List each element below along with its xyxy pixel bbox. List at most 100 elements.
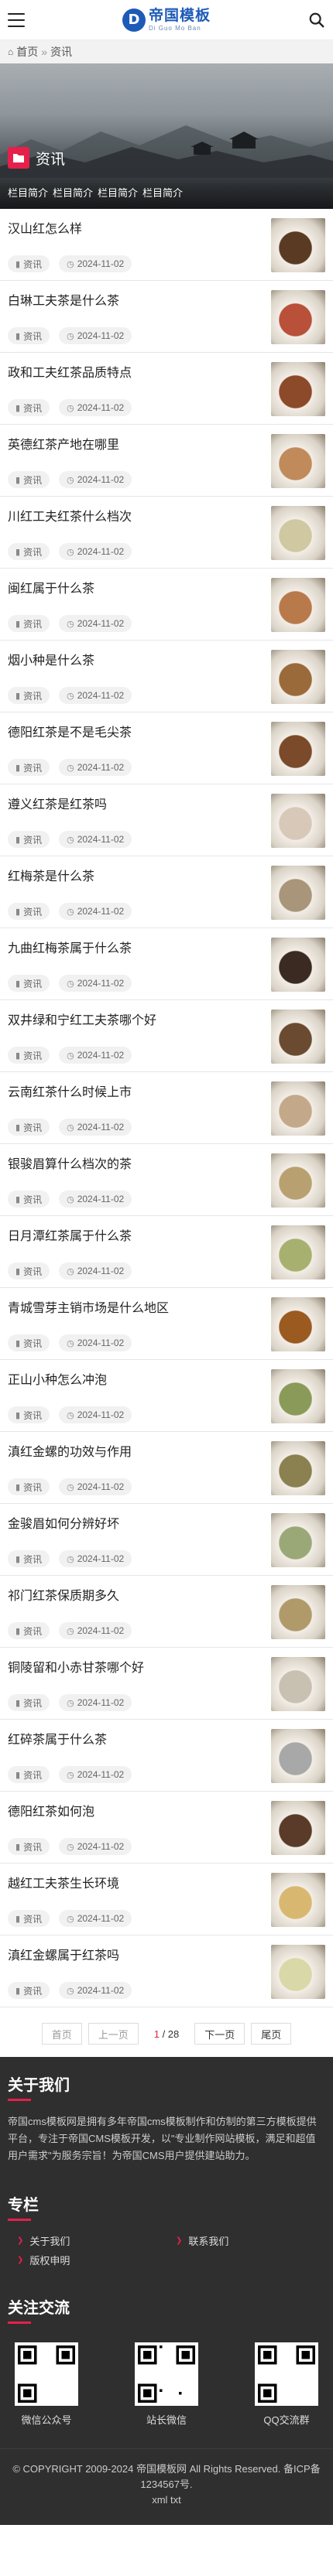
first-page-button[interactable]: 首页 bbox=[41, 2023, 82, 2045]
article-item[interactable]: 川红工夫红茶什么档次 ▮ 资讯 ◷ 2024-11-02 bbox=[0, 497, 333, 569]
search-icon[interactable] bbox=[308, 12, 325, 29]
article-item[interactable]: 金骏眉如何分辨好坏 ▮ 资讯 ◷ 2024-11-02 bbox=[0, 1504, 333, 1576]
article-thumbnail[interactable] bbox=[271, 218, 325, 272]
article-item[interactable]: 铜陵留和小赤甘茶哪个好 ▮ 资讯 ◷ 2024-11-02 bbox=[0, 1648, 333, 1720]
article-thumbnail[interactable] bbox=[271, 290, 325, 344]
article-thumbnail[interactable] bbox=[271, 1153, 325, 1208]
article-title[interactable]: 越红工夫茶生长环境 bbox=[8, 1876, 265, 1893]
article-title[interactable]: 德阳红茶是不是毛尖茶 bbox=[8, 725, 265, 742]
article-title[interactable]: 汉山红怎么样 bbox=[8, 221, 265, 238]
article-thumbnail[interactable] bbox=[271, 650, 325, 704]
category-tag[interactable]: ▮ 资讯 bbox=[8, 1550, 50, 1567]
category-tag[interactable]: ▮ 资讯 bbox=[8, 327, 50, 344]
article-thumbnail[interactable] bbox=[271, 938, 325, 992]
article-thumbnail[interactable] bbox=[271, 1729, 325, 1783]
category-tag[interactable]: ▮ 资讯 bbox=[8, 975, 50, 992]
category-tag[interactable]: ▮ 资讯 bbox=[8, 1406, 50, 1423]
article-thumbnail[interactable] bbox=[271, 362, 325, 416]
article-item[interactable]: 红碎茶属于什么茶 ▮ 资讯 ◷ 2024-11-02 bbox=[0, 1720, 333, 1792]
article-title[interactable]: 青城雪芽主销市场是什么地区 bbox=[8, 1300, 265, 1317]
article-thumbnail[interactable] bbox=[271, 578, 325, 632]
category-tag[interactable]: ▮ 资讯 bbox=[8, 255, 50, 272]
footer-link[interactable]: ❯ 联系我们 bbox=[166, 2233, 325, 2248]
article-item[interactable]: 祁门红茶保质期多久 ▮ 资讯 ◷ 2024-11-02 bbox=[0, 1576, 333, 1648]
category-tag[interactable]: ▮ 资讯 bbox=[8, 1334, 50, 1351]
article-thumbnail[interactable] bbox=[271, 1873, 325, 1927]
subcategory-link[interactable]: 栏目简介 bbox=[98, 185, 138, 200]
category-tag[interactable]: ▮ 资讯 bbox=[8, 399, 50, 416]
article-title[interactable]: 祁门红茶保质期多久 bbox=[8, 1588, 265, 1605]
category-tag[interactable]: ▮ 资讯 bbox=[8, 1838, 50, 1855]
article-item[interactable]: 九曲红梅茶属于什么茶 ▮ 资讯 ◷ 2024-11-02 bbox=[0, 928, 333, 1000]
article-item[interactable]: 滇红金螺属于红茶吗 ▮ 资讯 ◷ 2024-11-02 bbox=[0, 1935, 333, 2007]
article-title[interactable]: 滇红金螺属于红茶吗 bbox=[8, 1948, 265, 1965]
category-tag[interactable]: ▮ 资讯 bbox=[8, 1047, 50, 1064]
article-item[interactable]: 遵义红茶是红茶吗 ▮ 资讯 ◷ 2024-11-02 bbox=[0, 784, 333, 856]
breadcrumb-home[interactable]: 首页 bbox=[16, 44, 38, 60]
subcategory-link[interactable]: 栏目简介 bbox=[53, 185, 93, 200]
category-tag[interactable]: ▮ 资讯 bbox=[8, 1694, 50, 1711]
article-item[interactable]: 白琳工夫茶是什么茶 ▮ 资讯 ◷ 2024-11-02 bbox=[0, 281, 333, 353]
article-thumbnail[interactable] bbox=[271, 1801, 325, 1855]
article-item[interactable]: 英德红茶产地在哪里 ▮ 资讯 ◷ 2024-11-02 bbox=[0, 425, 333, 497]
footer-link[interactable]: ❯ 版权申明 bbox=[8, 2253, 166, 2267]
article-thumbnail[interactable] bbox=[271, 1369, 325, 1423]
article-title[interactable]: 政和工夫红茶品质特点 bbox=[8, 365, 265, 382]
article-title[interactable]: 遵义红茶是红茶吗 bbox=[8, 797, 265, 814]
article-thumbnail[interactable] bbox=[271, 1513, 325, 1567]
category-tag[interactable]: ▮ 资讯 bbox=[8, 543, 50, 560]
article-thumbnail[interactable] bbox=[271, 434, 325, 488]
article-thumbnail[interactable] bbox=[271, 1081, 325, 1136]
article-title[interactable]: 铜陵留和小赤甘茶哪个好 bbox=[8, 1660, 265, 1677]
xml-link[interactable]: xml bbox=[152, 2494, 167, 2506]
article-title[interactable]: 红碎茶属于什么茶 bbox=[8, 1732, 265, 1749]
category-tag[interactable]: ▮ 资讯 bbox=[8, 687, 50, 704]
article-item[interactable]: 滇红金螺的功效与作用 ▮ 资讯 ◷ 2024-11-02 bbox=[0, 1432, 333, 1504]
article-thumbnail[interactable] bbox=[271, 1297, 325, 1351]
article-item[interactable]: 德阳红茶如何泡 ▮ 资讯 ◷ 2024-11-02 bbox=[0, 1792, 333, 1864]
category-tag[interactable]: ▮ 资讯 bbox=[8, 1119, 50, 1136]
article-item[interactable]: 双井绿和宁红工夫茶哪个好 ▮ 资讯 ◷ 2024-11-02 bbox=[0, 1000, 333, 1072]
article-title[interactable]: 烟小种是什么茶 bbox=[8, 653, 265, 670]
article-title[interactable]: 金骏眉如何分辨好坏 bbox=[8, 1516, 265, 1533]
article-thumbnail[interactable] bbox=[271, 794, 325, 848]
menu-icon[interactable] bbox=[8, 12, 25, 27]
subcategory-link[interactable]: 栏目简介 bbox=[8, 185, 48, 200]
article-item[interactable]: 烟小种是什么茶 ▮ 资讯 ◷ 2024-11-02 bbox=[0, 641, 333, 712]
article-thumbnail[interactable] bbox=[271, 1225, 325, 1279]
category-tag[interactable]: ▮ 资讯 bbox=[8, 1766, 50, 1783]
article-title[interactable]: 滇红金螺的功效与作用 bbox=[8, 1444, 265, 1461]
article-title[interactable]: 英德红茶产地在哪里 bbox=[8, 437, 265, 454]
article-title[interactable]: 双井绿和宁红工夫茶哪个好 bbox=[8, 1013, 265, 1030]
article-item[interactable]: 政和工夫红茶品质特点 ▮ 资讯 ◷ 2024-11-02 bbox=[0, 353, 333, 425]
article-item[interactable]: 汉山红怎么样 ▮ 资讯 ◷ 2024-11-02 bbox=[0, 209, 333, 281]
article-title[interactable]: 银骏眉算什么档次的茶 bbox=[8, 1156, 265, 1174]
article-thumbnail[interactable] bbox=[271, 866, 325, 920]
site-logo[interactable]: D 帝国模板 Di Guo Mo Ban bbox=[122, 8, 211, 32]
article-thumbnail[interactable] bbox=[271, 1657, 325, 1711]
article-title[interactable]: 日月潭红茶属于什么茶 bbox=[8, 1228, 265, 1245]
article-title[interactable]: 闽红属于什么茶 bbox=[8, 581, 265, 598]
article-thumbnail[interactable] bbox=[271, 1441, 325, 1495]
category-tag[interactable]: ▮ 资讯 bbox=[8, 1622, 50, 1639]
category-tag[interactable]: ▮ 资讯 bbox=[8, 759, 50, 776]
article-title[interactable]: 白琳工夫茶是什么茶 bbox=[8, 293, 265, 310]
article-thumbnail[interactable] bbox=[271, 1010, 325, 1064]
subcategory-link[interactable]: 栏目简介 bbox=[142, 185, 183, 200]
article-thumbnail[interactable] bbox=[271, 722, 325, 776]
article-item[interactable]: 德阳红茶是不是毛尖茶 ▮ 资讯 ◷ 2024-11-02 bbox=[0, 712, 333, 784]
txt-link[interactable]: txt bbox=[170, 2494, 181, 2506]
article-item[interactable]: 红梅茶是什么茶 ▮ 资讯 ◷ 2024-11-02 bbox=[0, 856, 333, 928]
article-item[interactable]: 正山小种怎么冲泡 ▮ 资讯 ◷ 2024-11-02 bbox=[0, 1360, 333, 1432]
article-item[interactable]: 闽红属于什么茶 ▮ 资讯 ◷ 2024-11-02 bbox=[0, 569, 333, 641]
last-page-button[interactable]: 尾页 bbox=[251, 2023, 292, 2045]
article-item[interactable]: 越红工夫茶生长环境 ▮ 资讯 ◷ 2024-11-02 bbox=[0, 1864, 333, 1935]
next-page-button[interactable]: 下一页 bbox=[194, 2023, 245, 2045]
category-tag[interactable]: ▮ 资讯 bbox=[8, 831, 50, 848]
category-tag[interactable]: ▮ 资讯 bbox=[8, 1982, 50, 1999]
category-tag[interactable]: ▮ 资讯 bbox=[8, 1262, 50, 1279]
article-title[interactable]: 云南红茶什么时候上市 bbox=[8, 1085, 265, 1102]
article-title[interactable]: 正山小种怎么冲泡 bbox=[8, 1372, 265, 1389]
category-tag[interactable]: ▮ 资讯 bbox=[8, 1191, 50, 1208]
article-title[interactable]: 红梅茶是什么茶 bbox=[8, 869, 265, 886]
